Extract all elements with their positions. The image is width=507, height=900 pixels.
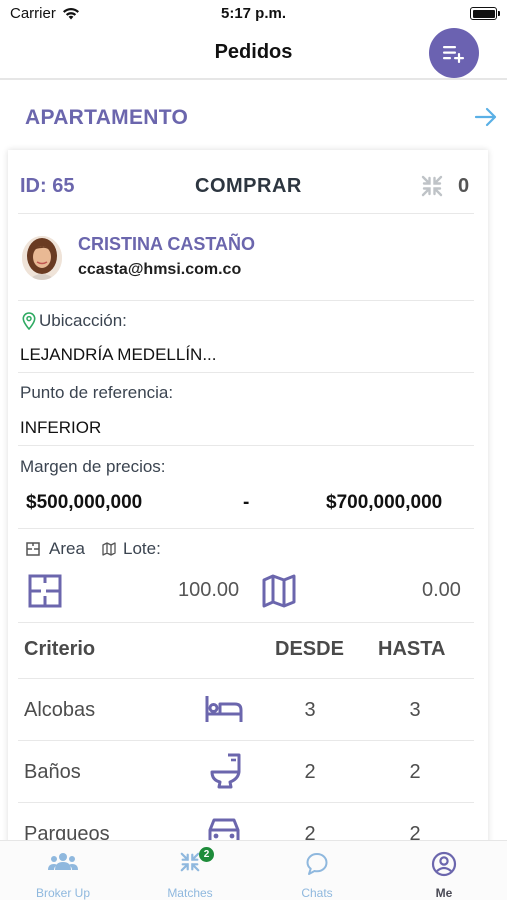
lote-value: 0.00 — [422, 579, 461, 601]
tab-matches[interactable]: 2 Matches — [127, 841, 253, 900]
matches-icon[interactable] — [420, 174, 444, 198]
divider — [18, 622, 474, 623]
tab-label: Matches — [167, 886, 213, 900]
divider — [18, 300, 474, 301]
property-type-title: APARTAMENTO — [25, 106, 189, 129]
criteria-header: Criterio — [24, 638, 96, 660]
add-order-button[interactable] — [429, 28, 479, 78]
location-value: LEJANDRÍA MEDELLÍN... — [20, 345, 217, 364]
reference-value: INFERIOR — [20, 418, 102, 437]
order-action: COMPRAR — [195, 175, 302, 197]
navigation-bar: Pedidos — [0, 28, 507, 80]
chat-icon — [306, 853, 328, 875]
order-id: ID: 65 — [20, 175, 75, 197]
floorplan-icon — [28, 574, 62, 608]
map-icon — [262, 574, 296, 608]
divider — [18, 372, 474, 373]
divider — [18, 802, 474, 803]
location-pin-icon — [22, 312, 36, 330]
map-icon — [102, 542, 116, 556]
lote-label: Lote: — [123, 539, 161, 558]
matches-badge: 2 — [199, 847, 214, 862]
divider — [18, 678, 474, 679]
match-count: 0 — [458, 175, 470, 197]
criterion-name: Alcobas — [24, 699, 96, 721]
tab-me[interactable]: Me — [381, 841, 507, 900]
price-range-label: Margen de precios: — [20, 457, 166, 476]
users-icon — [48, 853, 78, 870]
status-time: 5:17 p.m. — [220, 5, 287, 22]
tab-chats[interactable]: Chats — [254, 841, 380, 900]
property-type-header[interactable]: APARTAMENTO — [0, 96, 507, 140]
price-max: $700,000,000 — [326, 492, 443, 513]
order-card: ID: 65 COMPRAR 0 CRISTINA CASTAÑO ccasta… — [8, 150, 488, 850]
avatar — [22, 236, 62, 280]
divider — [18, 740, 474, 741]
arrow-right-icon[interactable] — [473, 104, 499, 130]
matches-icon — [180, 852, 200, 872]
price-separator: - — [243, 492, 250, 513]
criterion-to: 2 — [409, 761, 421, 783]
criterion-name: Baños — [24, 761, 81, 783]
reference-label: Punto de referencia: — [20, 383, 174, 402]
tab-label: Me — [435, 886, 453, 900]
playlist-add-icon — [443, 46, 464, 63]
tab-label: Broker Up — [35, 886, 91, 900]
bed-icon — [205, 696, 243, 722]
area-label: Area — [49, 539, 85, 558]
tab-broker-up[interactable]: Broker Up — [0, 841, 126, 900]
divider — [18, 445, 474, 446]
area-value: 100.00 — [178, 579, 240, 601]
to-header: HASTA — [378, 638, 446, 660]
battery-icon — [470, 7, 500, 20]
status-bar: Carrier 5:17 p.m. — [0, 0, 507, 28]
agent-email[interactable]: ccasta@hmsi.com.co — [78, 261, 241, 279]
agent-name: CRISTINA CASTAÑO — [78, 234, 255, 254]
criterion-to: 3 — [409, 699, 421, 721]
price-min: $500,000,000 — [26, 492, 143, 513]
divider — [18, 528, 474, 529]
tab-label: Chats — [301, 886, 333, 900]
from-header: DESDE — [275, 638, 344, 660]
divider — [18, 213, 474, 214]
tab-bar: Broker Up 2 Matches Chats Me — [0, 840, 507, 900]
floorplan-icon — [26, 542, 40, 556]
user-circle-icon — [431, 851, 457, 877]
criterion-from: 2 — [304, 761, 316, 783]
location-label: Ubicacción: — [39, 311, 127, 330]
toilet-icon — [210, 753, 241, 789]
criterion-from: 3 — [304, 699, 316, 721]
